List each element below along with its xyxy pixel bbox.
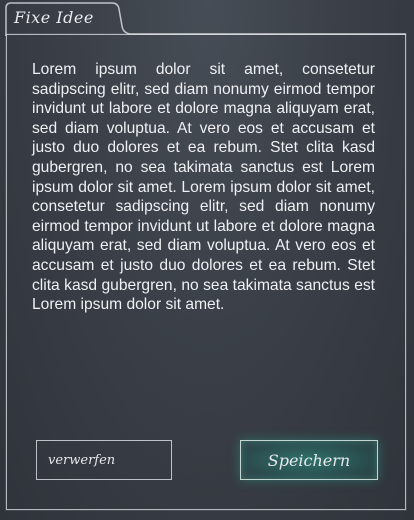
tab-title[interactable]: Fixe Idee (14, 8, 94, 27)
discard-button[interactable]: verwerfen (36, 440, 172, 480)
note-text[interactable]: Lorem ipsum dolor sit amet, consetetur s… (32, 60, 375, 315)
save-button-label: Speichern (267, 450, 351, 470)
discard-button-label: verwerfen (48, 452, 116, 468)
save-button[interactable]: Speichern (240, 440, 378, 480)
